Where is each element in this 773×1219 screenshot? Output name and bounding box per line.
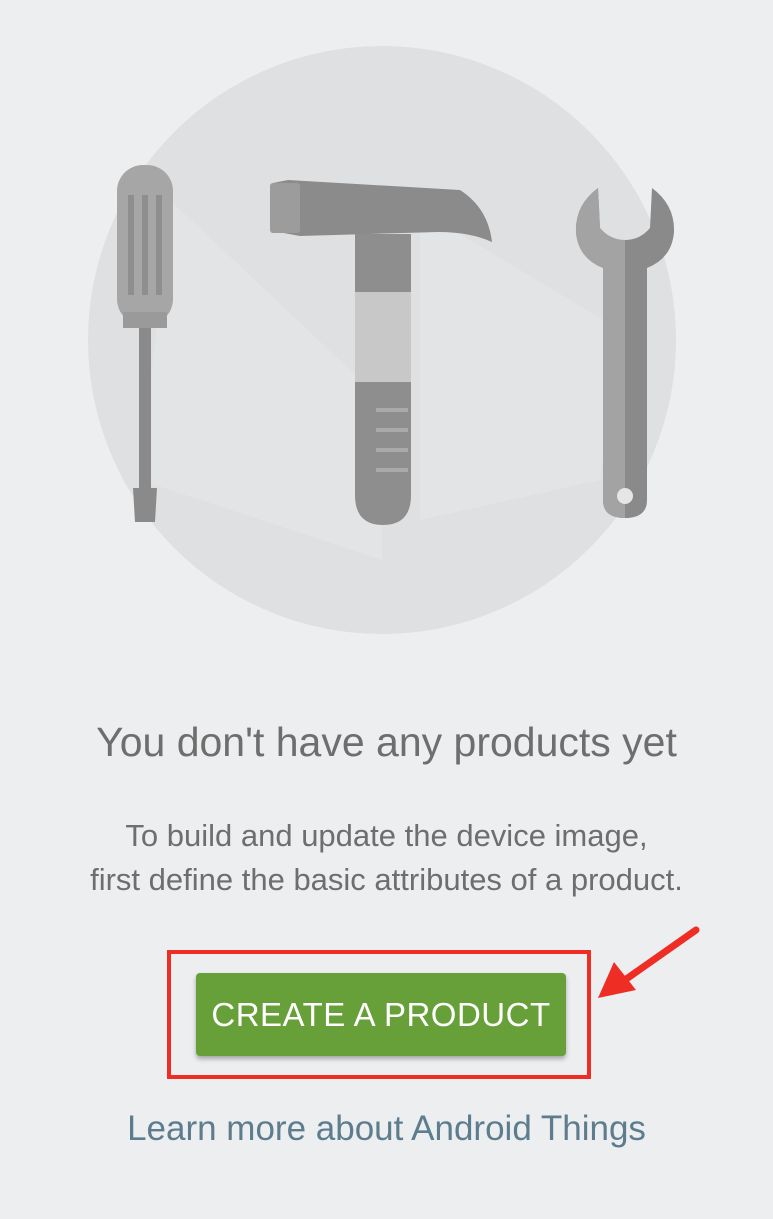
empty-state-heading: You don't have any products yet: [96, 719, 677, 765]
empty-products-page: You don't have any products yet To build…: [0, 0, 773, 1219]
description-line-1: To build and update the device image,: [125, 818, 648, 853]
annotation-arrow-icon: [598, 926, 700, 998]
tools-illustration: [88, 46, 676, 634]
create-product-button[interactable]: CREATE A PRODUCT: [196, 973, 566, 1056]
description-line-2: first define the basic attributes of a p…: [90, 862, 683, 897]
empty-state-description: To build and update the device image, fi…: [0, 814, 773, 902]
learn-more-link[interactable]: Learn more about Android Things: [0, 1104, 773, 1154]
